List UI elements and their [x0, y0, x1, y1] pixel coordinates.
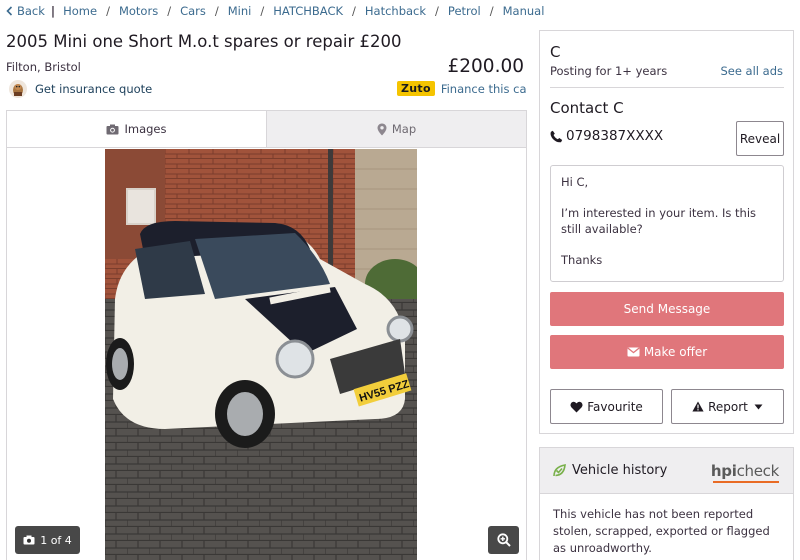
zoom-button[interactable]	[488, 526, 519, 554]
breadcrumb-manual[interactable]: Manual	[503, 4, 545, 18]
breadcrumb-separator: /	[214, 4, 219, 18]
seller-name: C	[550, 43, 561, 61]
listing-price: £200.00	[447, 56, 524, 77]
media-tabs: Images Map	[7, 111, 526, 148]
chevron-left-icon	[6, 6, 13, 16]
vehicle-history-heading: Vehicle history	[572, 463, 668, 478]
media-panel: Images Map HV55 PZZ 1 of 4	[6, 110, 527, 560]
favourite-label: Favourite	[587, 399, 643, 414]
insurance-quote-label: Get insurance quote	[35, 82, 153, 96]
favourite-button[interactable]: Favourite	[550, 389, 663, 424]
breadcrumb-separator: /	[260, 4, 265, 18]
send-message-button[interactable]: Send Message	[550, 292, 784, 326]
finance-link[interactable]: Zuto Finance this car	[397, 81, 527, 96]
hpi-underline	[713, 481, 779, 483]
breadcrumb-separator: /	[489, 4, 494, 18]
hpi-text: hpi	[710, 462, 737, 480]
heart-icon	[570, 401, 583, 412]
hpi-check-logo: hpicheck	[711, 462, 779, 480]
breadcrumb-separator: /	[435, 4, 439, 18]
envelope-icon	[627, 347, 640, 357]
breadcrumb-separator: /	[106, 4, 110, 18]
make-offer-button[interactable]: Make offer	[550, 335, 784, 369]
camera-icon	[23, 535, 35, 545]
breadcrumb-home[interactable]: Home	[63, 4, 97, 18]
image-counter: 1 of 4	[15, 526, 80, 554]
camera-icon	[106, 124, 119, 134]
reveal-button[interactable]: Reveal	[736, 121, 784, 156]
breadcrumb-divider: |	[50, 4, 56, 18]
breadcrumb-petrol[interactable]: Petrol	[448, 4, 481, 18]
report-label: Report	[708, 399, 748, 414]
listing-location: Filton, Bristol	[6, 60, 81, 74]
map-pin-icon	[377, 123, 387, 135]
seller-card: C Posting for 1+ years See all ads Conta…	[539, 30, 794, 434]
breadcrumb-hatchback-upper[interactable]: HATCHBACK	[273, 4, 343, 18]
tab-images[interactable]: Images	[7, 111, 266, 147]
insurance-quote-link[interactable]: Get insurance quote	[9, 80, 152, 98]
breadcrumb: Back | Home / Motors / Cars / Mini / HAT…	[6, 3, 544, 19]
tab-map-label: Map	[391, 122, 417, 136]
vehicle-history-header: Vehicle history hpicheck	[540, 448, 793, 494]
breadcrumb-hatchback[interactable]: Hatchback	[365, 4, 426, 18]
tab-map[interactable]: Map	[266, 111, 526, 147]
seller-posting-duration: Posting for 1+ years	[550, 64, 668, 78]
vehicle-history-text: This vehicle has not been reported stole…	[553, 507, 770, 555]
phone-icon	[550, 130, 563, 142]
divider	[550, 87, 784, 88]
message-signoff: Thanks	[561, 253, 603, 267]
report-button[interactable]: Report	[671, 389, 784, 424]
make-offer-label: Make offer	[643, 345, 708, 359]
contact-heading: Contact C	[550, 99, 624, 117]
warning-icon	[692, 401, 704, 412]
finance-label: Finance this car	[440, 81, 527, 96]
image-counter-label: 1 of 4	[40, 533, 72, 547]
leaf-check-icon	[553, 464, 566, 477]
breadcrumb-separator: /	[167, 4, 172, 18]
send-message-label: Send Message	[623, 302, 711, 316]
back-label: Back	[17, 4, 45, 18]
back-link[interactable]: Back	[6, 4, 45, 18]
meerkat-icon	[9, 80, 27, 98]
listing-title: 2005 Mini one Short M.o.t spares or repa…	[6, 32, 402, 51]
listing-photo[interactable]: HV55 PZZ	[105, 149, 417, 560]
phone-number: 0798387XXXX	[550, 128, 663, 144]
caret-down-icon	[754, 404, 763, 409]
breadcrumb-cars[interactable]: Cars	[180, 4, 206, 18]
zoom-icon	[496, 533, 511, 547]
vehicle-history-card: Vehicle history hpicheck This vehicle ha…	[539, 447, 794, 560]
breadcrumb-mini[interactable]: Mini	[228, 4, 252, 18]
car-photo: HV55 PZZ	[105, 149, 417, 560]
breadcrumb-motors[interactable]: Motors	[119, 4, 158, 18]
see-all-ads-link[interactable]: See all ads	[720, 64, 783, 78]
tab-images-label: Images	[124, 122, 167, 136]
phone-number-text: 0798387XXXX	[566, 128, 664, 144]
message-textarea[interactable]: Hi C, I’m interested in your item. Is th…	[550, 165, 784, 282]
message-body: I’m interested in your item. Is this sti…	[561, 206, 757, 236]
zuto-logo: Zuto	[397, 81, 435, 96]
message-greeting: Hi C,	[561, 175, 589, 189]
breadcrumb-separator: /	[352, 4, 356, 18]
check-text: check	[736, 462, 780, 480]
